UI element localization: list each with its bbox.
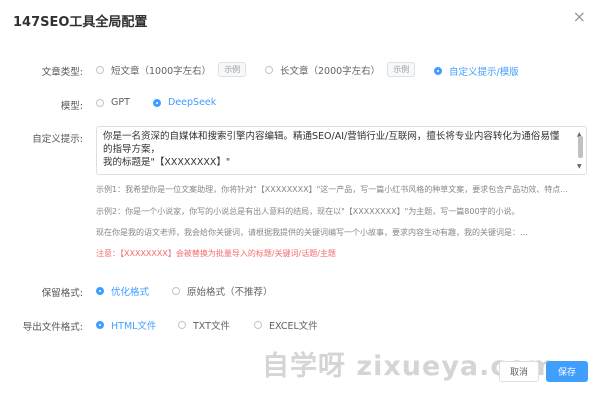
- radio-label: 长文章（2000字左右）: [280, 65, 381, 77]
- close-icon[interactable]: ×: [573, 9, 586, 25]
- prompt-line: 你是一名资深的自媒体和搜索引擎内容编辑。精通SEO/AI/营销行业/互联网，擅长…: [103, 131, 560, 142]
- scrollbar-thumb[interactable]: [578, 136, 583, 158]
- prompt-example-2[interactable]: 示例2：你是一个小说家，你写的小说总是有出人意料的结局，现在以"【XXXXXXX…: [96, 206, 586, 217]
- model-label: 模型:: [60, 101, 83, 112]
- radio-dot: [434, 67, 442, 75]
- radio-label: EXCEL文件: [269, 321, 318, 332]
- radio-dot: [178, 321, 186, 329]
- radio-label: 短文章（1000字左右）: [111, 65, 212, 77]
- radio-dot: [254, 321, 262, 329]
- dialog-title: 147SEO工具全局配置: [13, 15, 148, 30]
- textarea-scrollbar[interactable]: ▲ ▼: [576, 128, 585, 173]
- radio-label: DeepSeek: [168, 97, 217, 108]
- radio-long-article[interactable]: 长文章（2000字左右） 示例: [265, 62, 416, 77]
- custom-prompt-textarea[interactable]: 你是一名资深的自媒体和搜索引擎内容编辑。精通SEO/AI/营销行业/互联网，擅长…: [96, 126, 587, 175]
- save-button[interactable]: 保存: [546, 361, 588, 382]
- radio-original-format[interactable]: 原始格式（不推荐）: [172, 284, 273, 298]
- radio-export-html[interactable]: HTML文件: [96, 318, 156, 332]
- radio-export-excel[interactable]: EXCEL文件: [254, 318, 318, 332]
- radio-dot: [96, 321, 104, 329]
- prompt-line: 我的标题是"【XXXXXXXX】": [103, 157, 231, 168]
- radio-custom-template[interactable]: 自定义提示/模版: [434, 64, 519, 78]
- radio-model-deepseek[interactable]: DeepSeek: [153, 97, 216, 108]
- placeholder-note: 注意：【XXXXXXXX】会被替换为批量导入的标题/关键词/话题/主题: [96, 249, 336, 258]
- radio-short-article[interactable]: 短文章（1000字左右） 示例: [96, 62, 247, 77]
- radio-dot: [96, 65, 104, 74]
- radio-label: 自定义提示/模版: [449, 67, 519, 78]
- radio-dot: [265, 65, 273, 74]
- article-type-label: 文章类型:: [41, 67, 83, 78]
- long-article-example-button[interactable]: 示例: [387, 62, 416, 77]
- keep-format-label: 保留格式:: [41, 288, 83, 299]
- prompt-line: 的指导方案，: [103, 144, 161, 155]
- prompt-example-1[interactable]: 示例1：我希望你是一位文案助理，你将针对"【XXXXXXXX】"这一产品，写一篇…: [96, 184, 586, 195]
- short-article-example-button[interactable]: 示例: [218, 62, 247, 77]
- prompt-example-3[interactable]: 现在你是我的语文老师，我会给你关键词，请根据我提供的关键词编写一个小故事，要求内…: [96, 227, 586, 238]
- radio-optimized-format[interactable]: 优化格式: [96, 284, 149, 298]
- radio-label: HTML文件: [111, 321, 157, 332]
- radio-dot: [172, 287, 180, 295]
- radio-dot: [96, 98, 104, 107]
- radio-export-txt[interactable]: TXT文件: [178, 318, 230, 332]
- radio-label: 优化格式: [111, 287, 150, 298]
- radio-dot: [96, 287, 104, 295]
- radio-label: TXT文件: [193, 321, 230, 332]
- custom-prompt-label: 自定义提示:: [32, 134, 83, 145]
- cancel-button[interactable]: 取消: [499, 361, 539, 382]
- radio-model-gpt[interactable]: GPT: [96, 97, 130, 108]
- config-dialog: 147SEO工具全局配置 × 文章类型: 短文章（1000字左右） 示例 长文章…: [0, 0, 600, 395]
- export-format-label: 导出文件格式:: [22, 322, 83, 333]
- radio-label: GPT: [111, 97, 130, 108]
- radio-dot: [153, 98, 161, 107]
- radio-label: 原始格式（不推荐）: [187, 287, 273, 298]
- scroll-down-icon[interactable]: ▼: [577, 160, 582, 173]
